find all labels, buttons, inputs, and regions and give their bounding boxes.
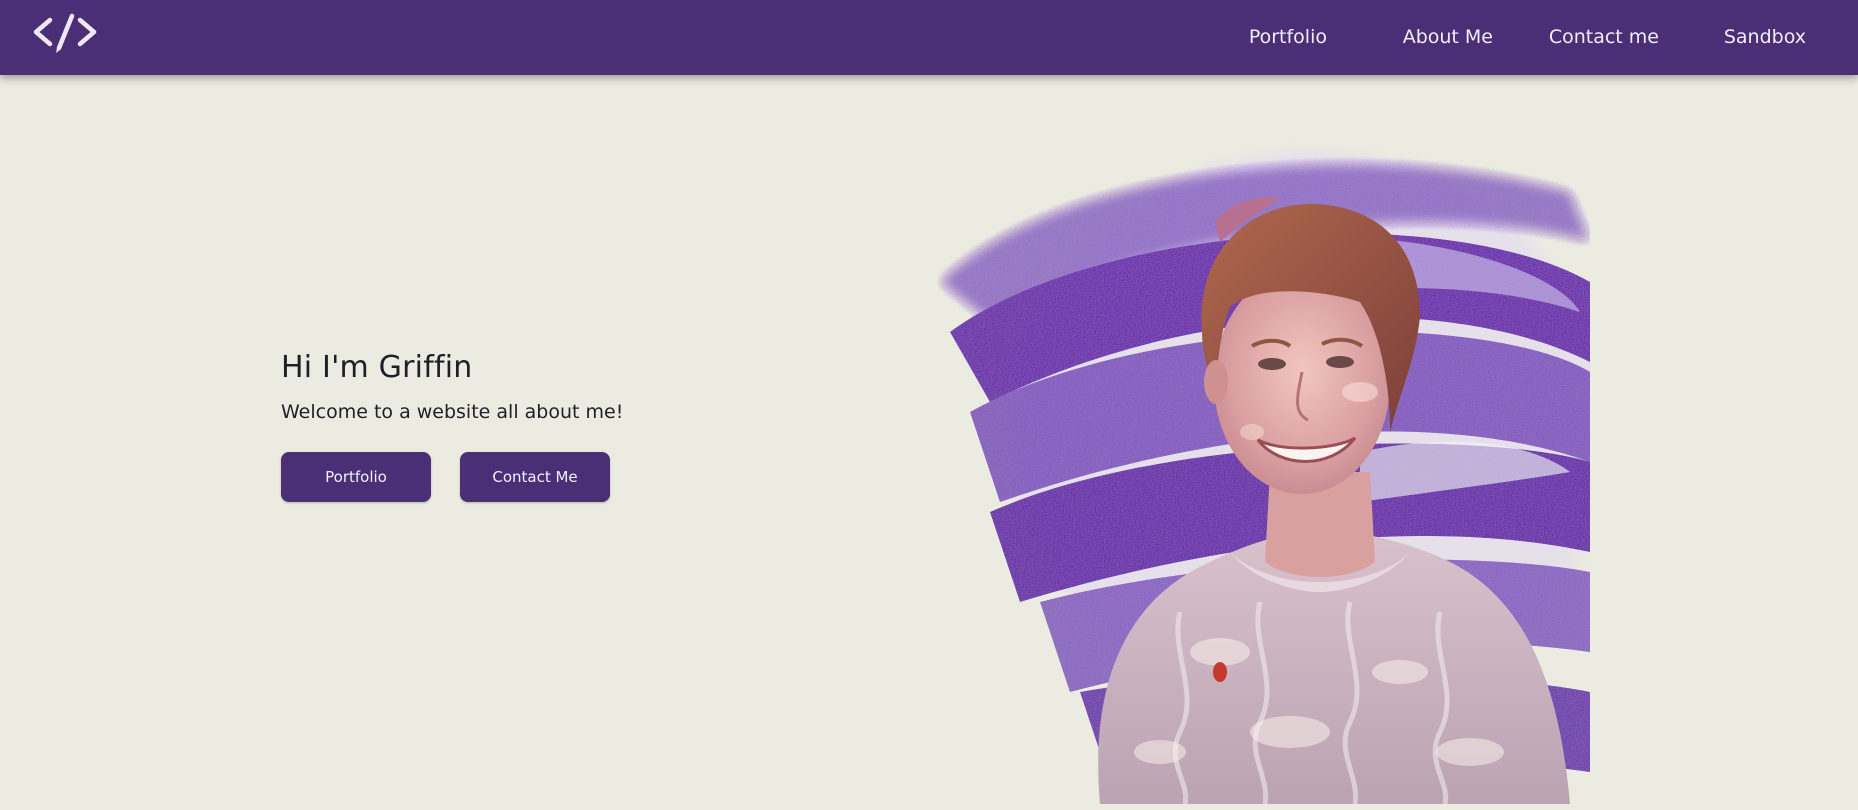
top-navbar: Portfolio About Me Contact me Sandbox <box>0 0 1858 75</box>
nav-link-about-me[interactable]: About Me <box>1403 26 1493 48</box>
nav-link-sandbox[interactable]: Sandbox <box>1724 26 1806 48</box>
code-pen-logo-icon[interactable] <box>32 12 98 56</box>
profile-photo <box>930 132 1590 804</box>
hero-title: Hi I'm Griffin <box>281 350 473 385</box>
hero-subtitle: Welcome to a website all about me! <box>281 401 624 423</box>
nav-link-portfolio[interactable]: Portfolio <box>1249 26 1327 48</box>
hero-intro: Hi I'm Griffin Welcome to a website all … <box>281 350 623 502</box>
portfolio-button[interactable]: Portfolio <box>281 452 431 502</box>
nav-link-contact-me[interactable]: Contact me <box>1549 26 1659 48</box>
contact-me-button[interactable]: Contact Me <box>460 452 610 502</box>
